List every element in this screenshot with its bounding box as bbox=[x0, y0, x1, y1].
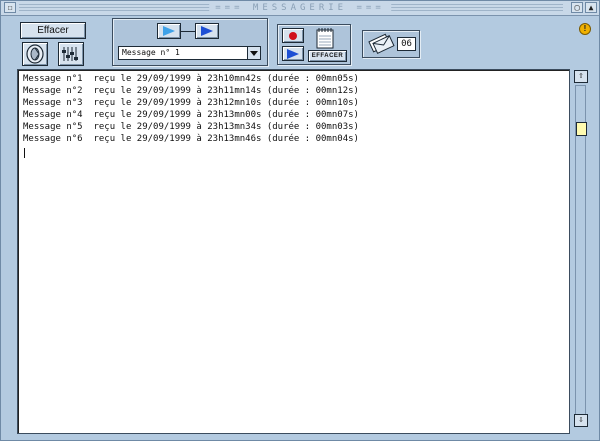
vertical-scrollbar[interactable]: ⇧ ⇩ bbox=[574, 69, 588, 432]
equalizer-button[interactable] bbox=[58, 42, 84, 66]
next-message-button[interactable] bbox=[195, 23, 219, 39]
scroll-thumb[interactable] bbox=[576, 122, 587, 136]
log-line: Message n°2 reçu le 29/09/1999 à 23h11mn… bbox=[23, 86, 359, 96]
envelopes-icon bbox=[367, 33, 395, 55]
scroll-track[interactable] bbox=[575, 85, 587, 415]
collapse-box-icon[interactable]: ▲ bbox=[585, 2, 597, 13]
close-box-icon[interactable]: ☐ bbox=[4, 2, 16, 13]
previous-message-button[interactable] bbox=[157, 23, 181, 39]
chevron-down-icon[interactable] bbox=[247, 47, 260, 59]
play-icon bbox=[163, 26, 175, 36]
log-line: Message n°5 reçu le 29/09/1999 à 23h13mn… bbox=[23, 122, 359, 132]
play-icon bbox=[201, 26, 213, 36]
speaker-button[interactable] bbox=[22, 42, 48, 66]
zoom-box-icon[interactable]: ▢ bbox=[571, 2, 583, 13]
play-button[interactable] bbox=[282, 46, 304, 61]
connector-line bbox=[181, 31, 195, 32]
effacer-button[interactable]: Effacer bbox=[20, 22, 86, 39]
log-line: Message n°1 reçu le 29/09/1999 à 23h10mn… bbox=[23, 74, 359, 84]
text-cursor bbox=[24, 148, 25, 158]
log-line: Message n°3 reçu le 29/09/1999 à 23h12mn… bbox=[23, 98, 359, 108]
message-select-value: Message n° 1 bbox=[122, 48, 180, 57]
title-bar[interactable]: ☐ === MESSAGERIE === ▢ ▲ bbox=[1, 1, 599, 16]
equalizer-icon bbox=[62, 47, 78, 61]
log-line: Message n°4 reçu le 29/09/1999 à 23h13mn… bbox=[23, 110, 359, 120]
message-count: 06 bbox=[397, 37, 416, 51]
scroll-down-icon[interactable]: ⇩ bbox=[574, 414, 588, 427]
effacer-small-button[interactable]: EFFACER bbox=[308, 50, 347, 62]
messagerie-window: ☐ === MESSAGERIE === ▢ ▲ ! Effacer Messa… bbox=[0, 0, 600, 441]
play-icon bbox=[287, 49, 299, 59]
log-line: Message n°6 reçu le 29/09/1999 à 23h13mn… bbox=[23, 134, 359, 144]
message-log-list: Message n°1 reçu le 29/09/1999 à 23h10mn… bbox=[23, 73, 359, 145]
speaker-icon bbox=[26, 44, 44, 64]
window-title: === MESSAGERIE === bbox=[209, 2, 391, 14]
record-icon bbox=[289, 32, 297, 40]
scroll-up-icon[interactable]: ⇧ bbox=[574, 70, 588, 83]
record-button[interactable] bbox=[282, 28, 304, 43]
notepad-icon bbox=[315, 27, 335, 49]
message-log-area[interactable]: Message n°1 reçu le 29/09/1999 à 23h10mn… bbox=[17, 69, 570, 434]
message-select[interactable]: Message n° 1 bbox=[118, 46, 261, 60]
info-icon[interactable]: ! bbox=[579, 23, 591, 35]
